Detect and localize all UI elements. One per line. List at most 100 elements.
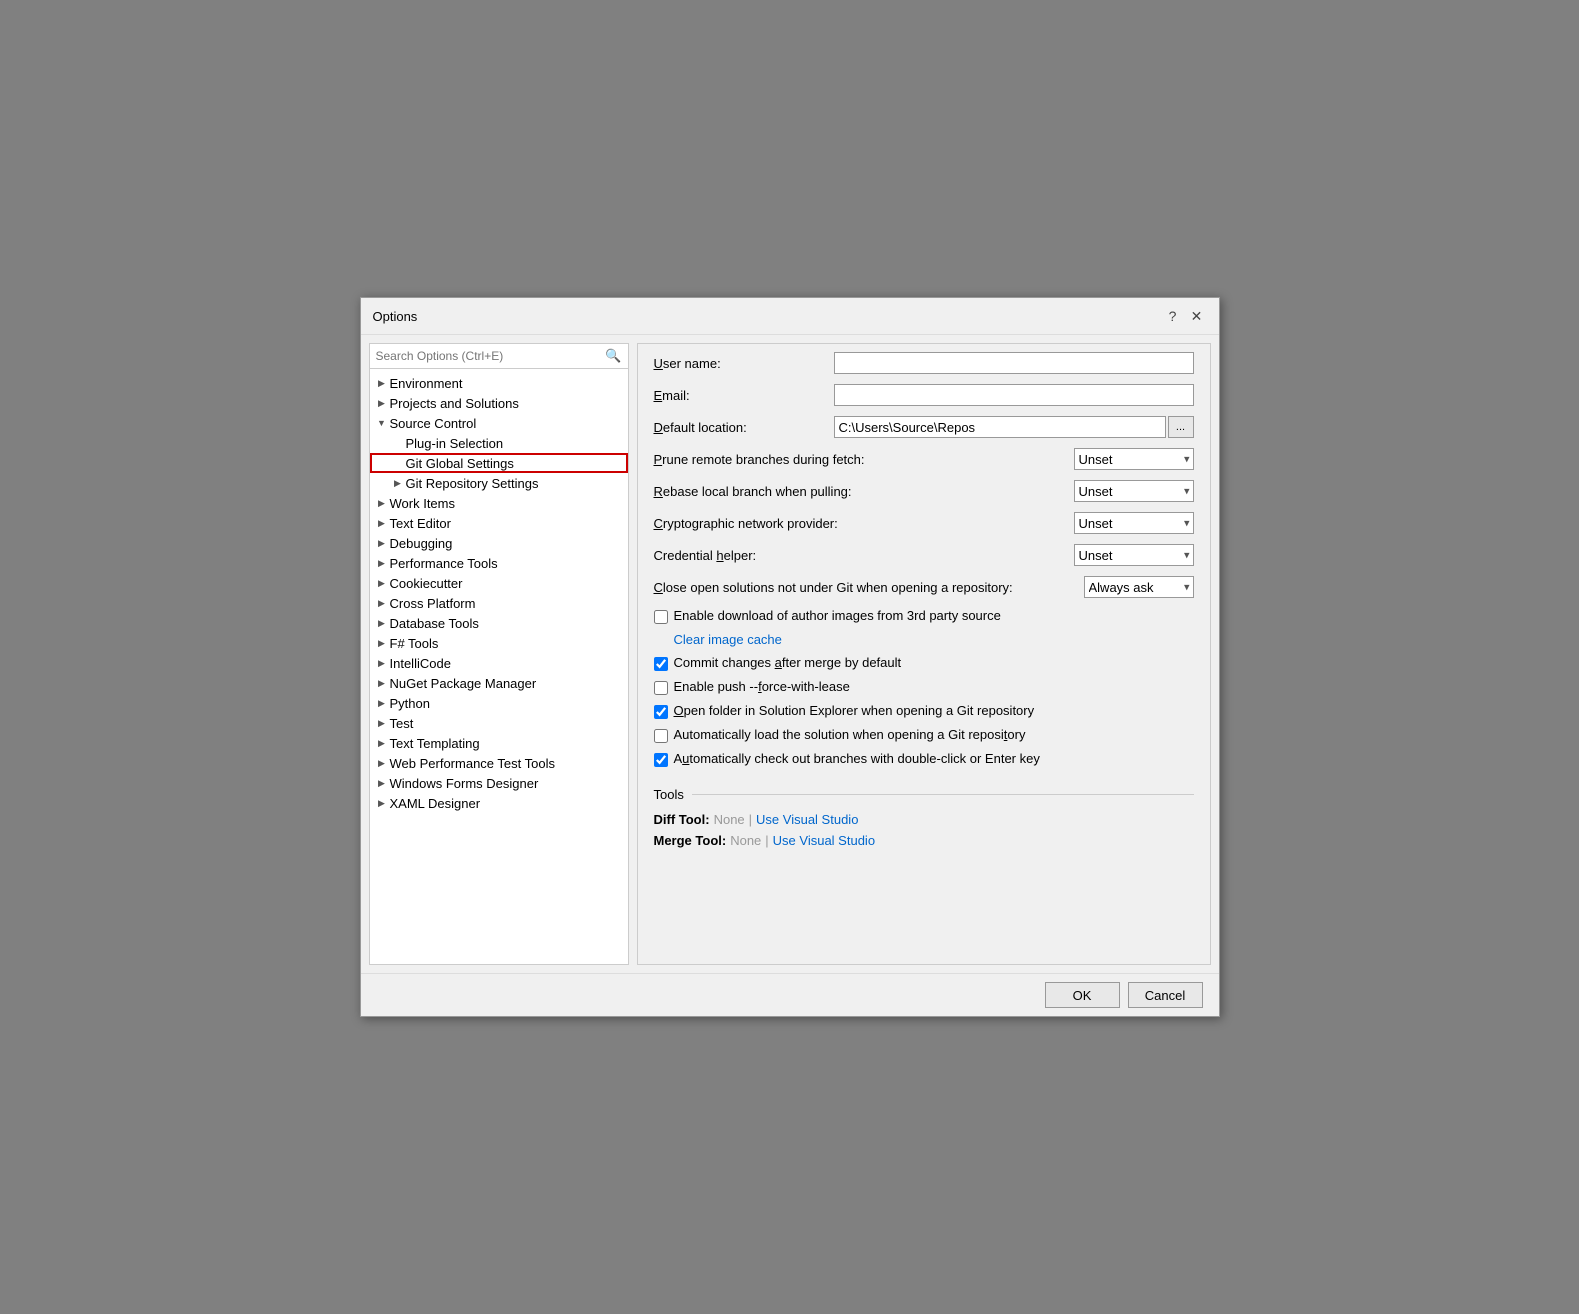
clear-cache-link[interactable]: Clear image cache [674, 632, 782, 647]
tree-item-performance-tools[interactable]: ▶ Performance Tools [370, 553, 628, 573]
auto-load-label: Automatically load the solution when ope… [674, 727, 1026, 742]
tree-item-projects[interactable]: ▶ Projects and Solutions [370, 393, 628, 413]
commit-underline: a [775, 655, 782, 670]
ok-button[interactable]: OK [1045, 982, 1120, 1008]
tree-item-cookiecutter[interactable]: ▶ Cookiecutter [370, 573, 628, 593]
diff-tool-link[interactable]: Use Visual Studio [756, 812, 858, 827]
prune-row: Prune remote branches during fetch: Unse… [654, 448, 1194, 470]
crypto-dropdown-wrapper: UnsetTrueFalse [1074, 512, 1194, 534]
commit-changes-checkbox[interactable] [654, 657, 668, 671]
auto-load-checkbox[interactable] [654, 729, 668, 743]
tree-item-python[interactable]: ▶ Python [370, 693, 628, 713]
dialog-title: Options [373, 309, 418, 324]
email-label: Email: [654, 388, 834, 403]
tree-item-text-editor[interactable]: ▶ Text Editor [370, 513, 628, 533]
default-location-input[interactable] [834, 416, 1166, 438]
tree-item-database-tools[interactable]: ▶ Database Tools [370, 613, 628, 633]
arrow-git-repo: ▶ [390, 475, 406, 491]
arrow-nuget: ▶ [374, 675, 390, 691]
arrow-text-editor: ▶ [374, 515, 390, 531]
label-work-items: Work Items [390, 496, 456, 511]
username-input[interactable] [834, 352, 1194, 374]
arrow-performance: ▶ [374, 555, 390, 571]
tree-item-source-control[interactable]: ▼ Source Control [370, 413, 628, 433]
commit-changes-row: Commit changes after merge by default [654, 655, 1194, 671]
cancel-button[interactable]: Cancel [1128, 982, 1203, 1008]
search-input[interactable] [376, 349, 606, 363]
credential-label: Credential helper: [654, 548, 1074, 563]
credential-row: Credential helper: UnsetTrueFalse [654, 544, 1194, 566]
label-fsharp-tools: F# Tools [390, 636, 439, 651]
diff-tool-sep: | [749, 812, 752, 827]
left-panel: 🔍 ▶ Environment ▶ Projects and Solutions… [369, 343, 629, 965]
open-folder-checkbox[interactable] [654, 705, 668, 719]
open-folder-label: Open folder in Solution Explorer when op… [674, 703, 1035, 718]
tree-item-fsharp[interactable]: ▶ F# Tools [370, 633, 628, 653]
diff-tool-value: None [714, 812, 745, 827]
enable-push-checkbox[interactable] [654, 681, 668, 695]
arrow-intellicode: ▶ [374, 655, 390, 671]
auto-checkout-underline: u [682, 751, 689, 766]
arrow-fsharp: ▶ [374, 635, 390, 651]
arrow-test: ▶ [374, 715, 390, 731]
prune-dropdown[interactable]: UnsetTrueFalse [1074, 448, 1194, 470]
tools-section-title: Tools [654, 787, 684, 802]
close-solutions-underline: C [654, 580, 663, 595]
tree-item-windows-forms[interactable]: ▶ Windows Forms Designer [370, 773, 628, 793]
push-underline: f [758, 679, 762, 694]
enable-download-label: Enable download of author images from 3r… [674, 608, 1001, 623]
clear-cache-row: Clear image cache [674, 632, 1194, 647]
title-bar: Options ? ✕ [361, 298, 1219, 335]
close-solutions-dropdown[interactable]: Always askYesNo [1084, 576, 1194, 598]
arrow-text-templating: ▶ [374, 735, 390, 751]
tree-item-nuget[interactable]: ▶ NuGet Package Manager [370, 673, 628, 693]
email-underline: E [654, 388, 663, 403]
enable-push-label: Enable push --force-with-lease [674, 679, 850, 694]
merge-tool-link[interactable]: Use Visual Studio [773, 833, 875, 848]
label-intellicode: IntelliCode [390, 656, 451, 671]
tree-item-test[interactable]: ▶ Test [370, 713, 628, 733]
auto-checkout-checkbox[interactable] [654, 753, 668, 767]
default-location-label: Default location: [654, 420, 834, 435]
tree-item-text-templating[interactable]: ▶ Text Templating [370, 733, 628, 753]
arrow-database: ▶ [374, 615, 390, 631]
tree-item-debugging[interactable]: ▶ Debugging [370, 533, 628, 553]
tree-item-git-global-settings[interactable]: ▶ Git Global Settings [370, 453, 628, 473]
help-button[interactable]: ? [1163, 306, 1183, 326]
label-git-repo-settings: Git Repository Settings [406, 476, 539, 491]
tree-item-plugin-selection[interactable]: ▶ Plug-in Selection [370, 433, 628, 453]
rebase-dropdown[interactable]: UnsetTrueFalse [1074, 480, 1194, 502]
rebase-underline: R [654, 484, 663, 499]
tree-item-cross-platform[interactable]: ▶ Cross Platform [370, 593, 628, 613]
username-label: User name: [654, 356, 834, 371]
credential-dropdown-wrapper: UnsetTrueFalse [1074, 544, 1194, 566]
username-underline: U [654, 356, 663, 371]
auto-checkout-row: Automatically check out branches with do… [654, 751, 1194, 767]
browse-button[interactable]: ... [1168, 416, 1194, 438]
search-container: 🔍 [370, 344, 628, 369]
tools-section-line [692, 794, 1194, 795]
commit-changes-label: Commit changes after merge by default [674, 655, 902, 670]
email-input[interactable] [834, 384, 1194, 406]
close-solutions-label: Close open solutions not under Git when … [654, 580, 1084, 595]
search-icon: 🔍 [605, 348, 621, 364]
tree-item-web-perf[interactable]: ▶ Web Performance Test Tools [370, 753, 628, 773]
arrow-cookiecutter: ▶ [374, 575, 390, 591]
default-location-row: Default location: ... [654, 416, 1194, 438]
tree-item-git-repo-settings[interactable]: ▶ Git Repository Settings [370, 473, 628, 493]
crypto-row: Cryptographic network provider: UnsetTru… [654, 512, 1194, 534]
tree-item-work-items[interactable]: ▶ Work Items [370, 493, 628, 513]
close-solutions-dropdown-wrapper: Always askYesNo [1084, 576, 1194, 598]
arrow-environment: ▶ [374, 375, 390, 391]
tree-item-intellicode[interactable]: ▶ IntelliCode [370, 653, 628, 673]
crypto-dropdown[interactable]: UnsetTrueFalse [1074, 512, 1194, 534]
close-button[interactable]: ✕ [1187, 306, 1207, 326]
tree-item-xaml-designer[interactable]: ▶ XAML Designer [370, 793, 628, 813]
tree-item-environment[interactable]: ▶ Environment [370, 373, 628, 393]
label-plugin-selection: Plug-in Selection [406, 436, 504, 451]
auto-load-row: Automatically load the solution when ope… [654, 727, 1194, 743]
auto-checkout-label: Automatically check out branches with do… [674, 751, 1040, 766]
enable-download-checkbox[interactable] [654, 610, 668, 624]
credential-dropdown[interactable]: UnsetTrueFalse [1074, 544, 1194, 566]
label-text-templating: Text Templating [390, 736, 480, 751]
